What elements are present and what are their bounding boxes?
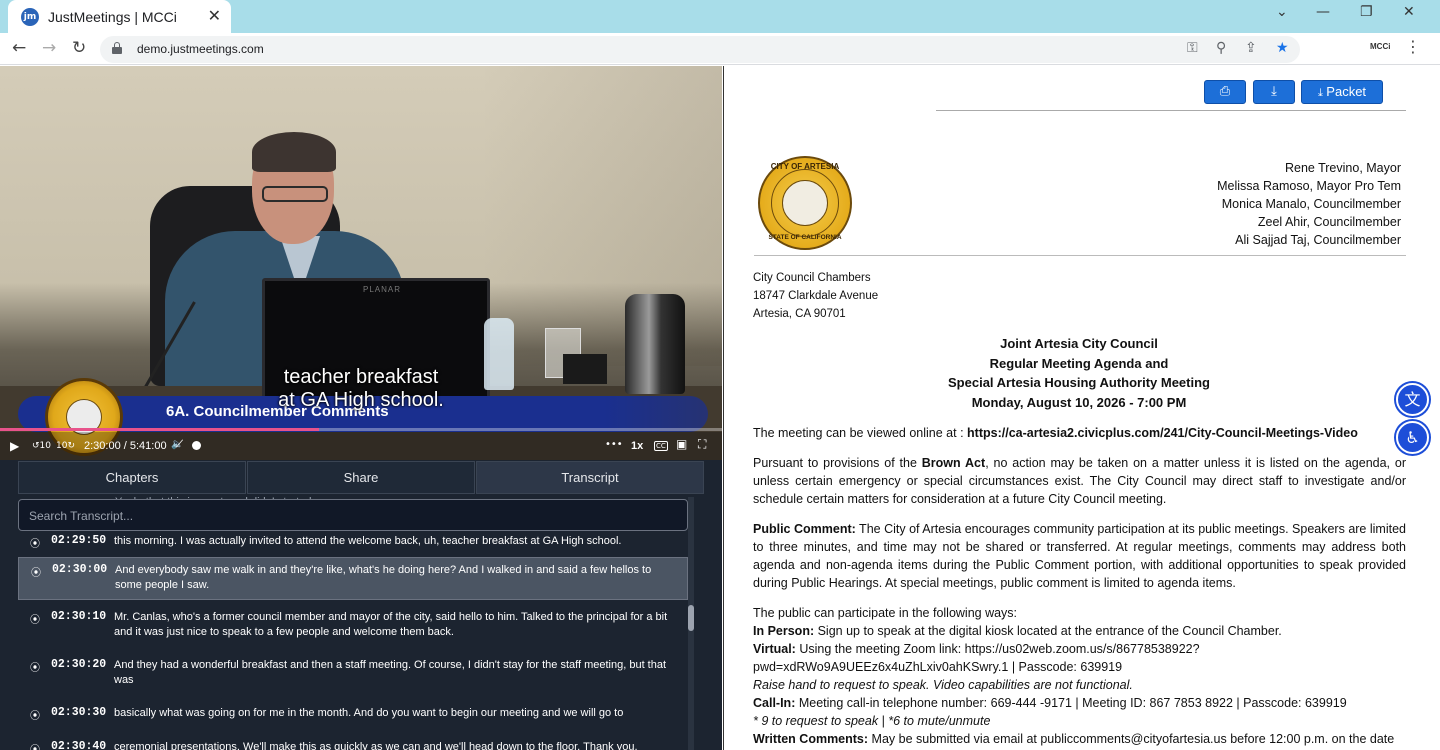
bookmark-star-icon[interactable]: ★ [1276, 40, 1289, 56]
tab-search-icon[interactable]: ⌄ [1276, 4, 1288, 20]
mute-icon[interactable]: 🔈̸ [171, 439, 183, 450]
rewind-10-icon[interactable]: ↺10 [32, 441, 51, 451]
transcript-text: ceremonial presentations. We'll make thi… [114, 741, 638, 750]
closed-caption: teacher breakfast at GA High school. [278, 366, 444, 411]
council-members: Rene Trevino, Mayor Melissa Ramoso, Mayo… [1217, 161, 1401, 247]
divider [754, 255, 1406, 256]
seek-point-icon[interactable]: ⦿ [30, 535, 40, 550]
transcript-text: basically what was going on for me in th… [114, 707, 624, 719]
zoom-link[interactable]: Using the meeting Zoom link: https://us0… [796, 642, 1199, 656]
transcript-text: And everybody saw me walk in and they're… [115, 564, 652, 591]
agenda-panel: ⎙ ⤓ ⤓ Packet CITY OF ARTESIA STATE OF CA… [723, 66, 1440, 750]
transcript-list: ⦿ 02:29:50 this morning. I was actually in… [18, 529, 688, 750]
minimize-icon[interactable]: — [1316, 4, 1330, 20]
video-panel: PLANAR 6A. Councilmember Comments teache… [0, 66, 722, 750]
transcript-timestamp[interactable]: 02:30:00 [52, 563, 107, 576]
panel-tabs: Chapters Share Transcript [18, 461, 704, 494]
print-icon: ⎙ [1219, 84, 1231, 99]
transcript-timestamp[interactable]: 02:29:50 [51, 534, 106, 547]
meeting-address: City Council Chambers 18747 Clarkdale Av… [753, 272, 879, 320]
tab-chapters[interactable]: Chapters [18, 461, 246, 494]
tab-share[interactable]: Share [247, 461, 475, 494]
more-options-icon[interactable]: ••• [605, 439, 623, 450]
volume-slider-knob[interactable] [192, 441, 201, 450]
public-comment-paragraph: Public Comment: The City of Artesia enco… [753, 522, 1406, 590]
forward-10-icon[interactable]: 10↻ [56, 441, 75, 451]
seek-point-icon[interactable]: ⦿ [30, 707, 40, 722]
close-tab-icon[interactable]: ✕ [208, 6, 221, 25]
profile-avatar[interactable]: MCCi [1370, 42, 1390, 51]
divider [936, 110, 1406, 111]
agenda-heading: Joint Artesia City Council Regular Meeti… [948, 336, 1210, 410]
tab-transcript[interactable]: Transcript [476, 461, 704, 494]
playback-speed[interactable]: 1x [631, 440, 643, 452]
transcript-scrollbar[interactable] [688, 497, 694, 750]
cc-icon[interactable]: CC [654, 441, 668, 451]
lock-icon[interactable] [112, 42, 122, 54]
fullscreen-icon[interactable]: ⛶ [698, 437, 706, 452]
share-icon[interactable]: ⇪ [1245, 40, 1257, 56]
picture-in-picture-icon[interactable]: ▣ [676, 437, 687, 451]
transcript-timestamp[interactable]: 02:30:40 [51, 740, 106, 750]
seek-point-icon[interactable]: ⦿ [30, 659, 40, 674]
view-online-paragraph: The meeting can be viewed online at : ht… [753, 426, 1358, 440]
transcript-row[interactable]: ⦿ 02:30:40 ceremonial presentations. We'll… [18, 735, 688, 750]
download-button[interactable]: ⤓ [1253, 80, 1295, 104]
accessibility-icon[interactable]: ♿ [1396, 421, 1429, 454]
transcript-row[interactable]: ⦿ 02:29:50 this morning. I was actually in… [18, 529, 688, 557]
transcript-timestamp[interactable]: 02:30:10 [51, 610, 106, 623]
tab-title: JustMeetings | MCCi [48, 9, 177, 25]
restore-icon[interactable]: ❐ [1360, 4, 1373, 20]
participation-list: The public can participate in the follow… [753, 606, 1395, 746]
print-button[interactable]: ⎙ [1204, 80, 1246, 104]
player-controls: ▶ ↺10 10↻ 2:30:00 / 5:41:00 🔈̸ ••• 1x CC… [0, 432, 722, 460]
favicon-icon: jm [21, 8, 39, 26]
transcript-text: Mr. Canlas, who's a former council membe… [114, 611, 668, 638]
transcript-timestamp[interactable]: 02:30:30 [51, 706, 106, 719]
seek-point-icon[interactable]: ⦿ [30, 611, 40, 626]
seek-point-icon[interactable]: ⦿ [30, 741, 40, 750]
time-display: 2:30:00 / 5:41:00 [84, 440, 167, 452]
progress-fill [0, 428, 320, 431]
transcript-row[interactable]: ⦿ 02:30:10 Mr. Canlas, who's a former coun… [18, 605, 688, 649]
video-frame[interactable]: PLANAR 6A. Councilmember Comments teache… [0, 66, 722, 460]
forward-icon[interactable]: → [42, 38, 56, 58]
title-bar: jm JustMeetings | MCCi ✕ ⌄ — ❐ ✕ [0, 0, 1440, 33]
video-link[interactable]: https://ca-artesia2.civicplus.com/241/Ci… [967, 426, 1358, 440]
navigation-bar: ← → ↻ demo.justmeetings.com ⚿ ⚲ ⇪ ★ MCCi… [0, 33, 1440, 65]
play-icon[interactable]: ▶ [10, 439, 19, 453]
transcript-timestamp[interactable]: 02:30:20 [51, 658, 106, 671]
seek-point-icon[interactable]: ⦿ [31, 564, 41, 579]
progress-bar[interactable] [0, 428, 722, 431]
search-transcript-input[interactable]: Search Transcript... [18, 499, 688, 531]
browser-menu-icon[interactable]: ⋮ [1405, 37, 1421, 56]
reload-icon[interactable]: ↻ [72, 38, 86, 58]
browser-tab[interactable]: jm JustMeetings | MCCi ✕ [8, 0, 231, 33]
transcript-text: this morning. I was actually invited to … [114, 535, 622, 547]
monitor-brand: PLANAR [363, 285, 402, 294]
translate-icon[interactable]: 文 [1396, 383, 1429, 416]
transcript-row[interactable]: ⦿ 02:30:30 basically what was going on for… [18, 701, 688, 731]
brown-act-paragraph: Pursuant to provisions of the Brown Act,… [753, 456, 1406, 506]
back-icon[interactable]: ← [12, 38, 26, 58]
transcript-row[interactable]: ⦿ 02:30:00 And everybody saw me walk in an… [18, 557, 688, 600]
transcript-row[interactable]: ⦿ 02:30:20 And they had a wonderful breakf… [18, 653, 688, 697]
transcript-text: And they had a wonderful breakfast and t… [114, 659, 667, 686]
url-text[interactable]: demo.justmeetings.com [137, 42, 264, 56]
key-icon[interactable]: ⚿ [1187, 40, 1198, 56]
packet-button[interactable]: ⤓ Packet [1301, 80, 1383, 104]
search-placeholder[interactable]: Search Transcript... [29, 509, 133, 523]
city-seal-icon: CITY OF ARTESIA STATE OF CALIFORNIA [758, 156, 852, 250]
scroll-thumb[interactable] [688, 605, 694, 631]
close-window-icon[interactable]: ✕ [1403, 4, 1415, 20]
address-bar[interactable]: demo.justmeetings.com ⚿ ⚲ ⇪ ★ [100, 36, 1300, 63]
zoom-icon[interactable]: ⚲ [1216, 40, 1226, 56]
download-icon: ⤓ [1271, 84, 1277, 99]
